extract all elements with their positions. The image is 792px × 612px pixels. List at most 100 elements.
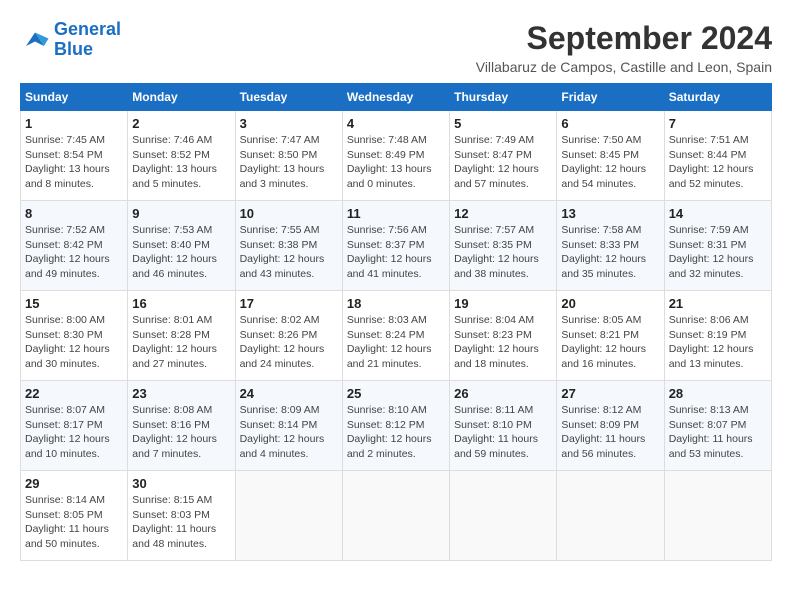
- day-info: Sunrise: 7:48 AM Sunset: 8:49 PM Dayligh…: [347, 133, 445, 192]
- day-info: Sunrise: 7:47 AM Sunset: 8:50 PM Dayligh…: [240, 133, 338, 192]
- day-info: Sunrise: 7:53 AM Sunset: 8:40 PM Dayligh…: [132, 223, 230, 282]
- calendar-cell: 17 Sunrise: 8:02 AM Sunset: 8:26 PM Dayl…: [235, 291, 342, 381]
- calendar-cell: 30 Sunrise: 8:15 AM Sunset: 8:03 PM Dayl…: [128, 471, 235, 561]
- calendar-cell: 18 Sunrise: 8:03 AM Sunset: 8:24 PM Dayl…: [342, 291, 449, 381]
- day-number: 22: [25, 386, 123, 401]
- header-monday: Monday: [128, 84, 235, 111]
- day-info: Sunrise: 7:58 AM Sunset: 8:33 PM Dayligh…: [561, 223, 659, 282]
- day-info: Sunrise: 8:09 AM Sunset: 8:14 PM Dayligh…: [240, 403, 338, 462]
- day-info: Sunrise: 8:15 AM Sunset: 8:03 PM Dayligh…: [132, 493, 230, 552]
- month-title: September 2024: [476, 20, 772, 57]
- day-number: 24: [240, 386, 338, 401]
- day-info: Sunrise: 8:12 AM Sunset: 8:09 PM Dayligh…: [561, 403, 659, 462]
- calendar-cell: 4 Sunrise: 7:48 AM Sunset: 8:49 PM Dayli…: [342, 111, 449, 201]
- day-number: 29: [25, 476, 123, 491]
- calendar-cell: 23 Sunrise: 8:08 AM Sunset: 8:16 PM Dayl…: [128, 381, 235, 471]
- day-info: Sunrise: 8:03 AM Sunset: 8:24 PM Dayligh…: [347, 313, 445, 372]
- calendar-cell: 1 Sunrise: 7:45 AM Sunset: 8:54 PM Dayli…: [21, 111, 128, 201]
- day-number: 2: [132, 116, 230, 131]
- calendar-cell: 19 Sunrise: 8:04 AM Sunset: 8:23 PM Dayl…: [450, 291, 557, 381]
- day-number: 5: [454, 116, 552, 131]
- header-tuesday: Tuesday: [235, 84, 342, 111]
- calendar-cell: 8 Sunrise: 7:52 AM Sunset: 8:42 PM Dayli…: [21, 201, 128, 291]
- day-number: 9: [132, 206, 230, 221]
- page-container: General Blue September 2024 Villabaruz d…: [20, 20, 772, 561]
- day-info: Sunrise: 7:56 AM Sunset: 8:37 PM Dayligh…: [347, 223, 445, 282]
- day-info: Sunrise: 8:00 AM Sunset: 8:30 PM Dayligh…: [25, 313, 123, 372]
- weekday-header-row: Sunday Monday Tuesday Wednesday Thursday…: [21, 84, 772, 111]
- calendar-cell: 6 Sunrise: 7:50 AM Sunset: 8:45 PM Dayli…: [557, 111, 664, 201]
- day-number: 23: [132, 386, 230, 401]
- title-area: September 2024 Villabaruz de Campos, Cas…: [476, 20, 772, 75]
- calendar-cell: 9 Sunrise: 7:53 AM Sunset: 8:40 PM Dayli…: [128, 201, 235, 291]
- header: General Blue September 2024 Villabaruz d…: [20, 20, 772, 75]
- day-info: Sunrise: 8:08 AM Sunset: 8:16 PM Dayligh…: [132, 403, 230, 462]
- day-number: 13: [561, 206, 659, 221]
- calendar-cell: 21 Sunrise: 8:06 AM Sunset: 8:19 PM Dayl…: [664, 291, 771, 381]
- logo: General Blue: [20, 20, 121, 60]
- day-number: 19: [454, 296, 552, 311]
- day-info: Sunrise: 8:05 AM Sunset: 8:21 PM Dayligh…: [561, 313, 659, 372]
- day-number: 18: [347, 296, 445, 311]
- calendar-table: Sunday Monday Tuesday Wednesday Thursday…: [20, 83, 772, 561]
- day-number: 21: [669, 296, 767, 311]
- day-info: Sunrise: 7:55 AM Sunset: 8:38 PM Dayligh…: [240, 223, 338, 282]
- calendar-cell: [342, 471, 449, 561]
- calendar-cell: 28 Sunrise: 8:13 AM Sunset: 8:07 PM Dayl…: [664, 381, 771, 471]
- calendar-cell: 20 Sunrise: 8:05 AM Sunset: 8:21 PM Dayl…: [557, 291, 664, 381]
- week-row-2: 8 Sunrise: 7:52 AM Sunset: 8:42 PM Dayli…: [21, 201, 772, 291]
- day-info: Sunrise: 7:50 AM Sunset: 8:45 PM Dayligh…: [561, 133, 659, 192]
- day-info: Sunrise: 8:11 AM Sunset: 8:10 PM Dayligh…: [454, 403, 552, 462]
- day-info: Sunrise: 7:49 AM Sunset: 8:47 PM Dayligh…: [454, 133, 552, 192]
- day-number: 16: [132, 296, 230, 311]
- day-number: 4: [347, 116, 445, 131]
- calendar-cell: 16 Sunrise: 8:01 AM Sunset: 8:28 PM Dayl…: [128, 291, 235, 381]
- day-number: 3: [240, 116, 338, 131]
- calendar-cell: 5 Sunrise: 7:49 AM Sunset: 8:47 PM Dayli…: [450, 111, 557, 201]
- week-row-3: 15 Sunrise: 8:00 AM Sunset: 8:30 PM Dayl…: [21, 291, 772, 381]
- day-info: Sunrise: 7:45 AM Sunset: 8:54 PM Dayligh…: [25, 133, 123, 192]
- calendar-cell: [557, 471, 664, 561]
- day-info: Sunrise: 8:10 AM Sunset: 8:12 PM Dayligh…: [347, 403, 445, 462]
- day-number: 14: [669, 206, 767, 221]
- header-friday: Friday: [557, 84, 664, 111]
- calendar-cell: 14 Sunrise: 7:59 AM Sunset: 8:31 PM Dayl…: [664, 201, 771, 291]
- calendar-cell: [450, 471, 557, 561]
- day-number: 28: [669, 386, 767, 401]
- day-number: 30: [132, 476, 230, 491]
- day-info: Sunrise: 8:07 AM Sunset: 8:17 PM Dayligh…: [25, 403, 123, 462]
- day-number: 12: [454, 206, 552, 221]
- day-info: Sunrise: 7:52 AM Sunset: 8:42 PM Dayligh…: [25, 223, 123, 282]
- day-number: 25: [347, 386, 445, 401]
- logo-icon: [20, 25, 50, 55]
- calendar-cell: 29 Sunrise: 8:14 AM Sunset: 8:05 PM Dayl…: [21, 471, 128, 561]
- day-number: 10: [240, 206, 338, 221]
- day-info: Sunrise: 7:46 AM Sunset: 8:52 PM Dayligh…: [132, 133, 230, 192]
- week-row-5: 29 Sunrise: 8:14 AM Sunset: 8:05 PM Dayl…: [21, 471, 772, 561]
- calendar-cell: 25 Sunrise: 8:10 AM Sunset: 8:12 PM Dayl…: [342, 381, 449, 471]
- calendar-cell: 7 Sunrise: 7:51 AM Sunset: 8:44 PM Dayli…: [664, 111, 771, 201]
- calendar-cell: 26 Sunrise: 8:11 AM Sunset: 8:10 PM Dayl…: [450, 381, 557, 471]
- calendar-cell: 27 Sunrise: 8:12 AM Sunset: 8:09 PM Dayl…: [557, 381, 664, 471]
- calendar-cell: 3 Sunrise: 7:47 AM Sunset: 8:50 PM Dayli…: [235, 111, 342, 201]
- calendar-cell: 24 Sunrise: 8:09 AM Sunset: 8:14 PM Dayl…: [235, 381, 342, 471]
- day-info: Sunrise: 8:14 AM Sunset: 8:05 PM Dayligh…: [25, 493, 123, 552]
- day-info: Sunrise: 8:01 AM Sunset: 8:28 PM Dayligh…: [132, 313, 230, 372]
- header-wednesday: Wednesday: [342, 84, 449, 111]
- calendar-cell: 10 Sunrise: 7:55 AM Sunset: 8:38 PM Dayl…: [235, 201, 342, 291]
- day-info: Sunrise: 7:57 AM Sunset: 8:35 PM Dayligh…: [454, 223, 552, 282]
- header-saturday: Saturday: [664, 84, 771, 111]
- day-number: 20: [561, 296, 659, 311]
- calendar-cell: 11 Sunrise: 7:56 AM Sunset: 8:37 PM Dayl…: [342, 201, 449, 291]
- day-info: Sunrise: 7:59 AM Sunset: 8:31 PM Dayligh…: [669, 223, 767, 282]
- day-number: 1: [25, 116, 123, 131]
- day-number: 7: [669, 116, 767, 131]
- day-info: Sunrise: 8:04 AM Sunset: 8:23 PM Dayligh…: [454, 313, 552, 372]
- day-number: 26: [454, 386, 552, 401]
- day-info: Sunrise: 7:51 AM Sunset: 8:44 PM Dayligh…: [669, 133, 767, 192]
- day-number: 17: [240, 296, 338, 311]
- header-thursday: Thursday: [450, 84, 557, 111]
- calendar-cell: 22 Sunrise: 8:07 AM Sunset: 8:17 PM Dayl…: [21, 381, 128, 471]
- day-info: Sunrise: 8:13 AM Sunset: 8:07 PM Dayligh…: [669, 403, 767, 462]
- day-number: 15: [25, 296, 123, 311]
